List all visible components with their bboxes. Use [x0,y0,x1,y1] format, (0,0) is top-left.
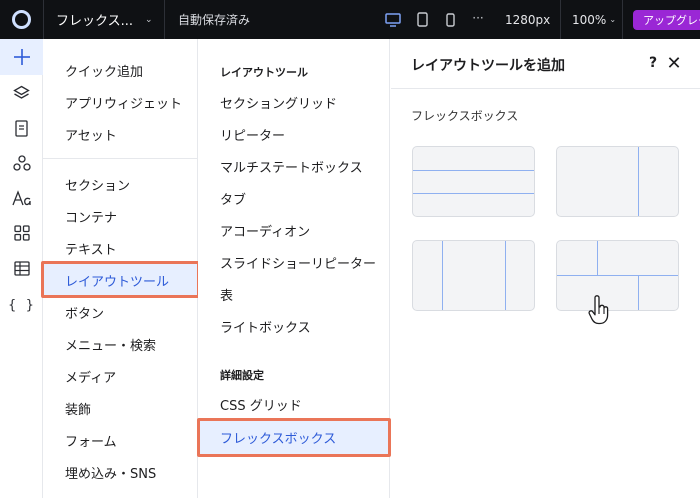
logo[interactable] [0,0,43,39]
category-item[interactable]: 埋め込み・SNS [43,457,198,487]
autosave-status: 自動保存済み [178,13,251,27]
plus-icon [13,49,30,65]
divider-line [638,147,639,216]
upgrade-button[interactable]: アップグレー [633,10,700,30]
subcategory-item[interactable]: アコーディオン [198,215,390,245]
divider-line [638,275,639,310]
typography-icon [11,190,31,206]
subcategory-item[interactable]: タブ [198,183,390,213]
typography-button[interactable] [0,181,43,215]
subcategory-item[interactable]: マルチステートボックス [198,151,390,181]
subcategory-item-flexbox[interactable]: フレックスボックス [198,420,390,455]
panel-header: レイアウトツールを追加 ? ✕ [391,39,700,89]
divider-line [413,170,534,171]
apps-icon [12,154,31,171]
category-item[interactable]: メディア [43,361,198,391]
category-item[interactable]: アセット [43,119,198,149]
page-icon [15,119,28,137]
top-bar: フレックス... ⌄ 自動保存済み ··· 1280px 100% ⌄ アップグ… [0,0,700,39]
category-item[interactable]: アプリウィジェット [43,87,198,117]
zoom-menu[interactable]: 100% ⌄ [572,0,616,39]
table-icon [13,260,30,276]
category-item-layout-tools[interactable]: レイアウトツール [43,263,198,297]
tablet-icon[interactable] [416,11,428,28]
subcategory-item[interactable]: 表 [198,279,390,309]
mobile-icon[interactable] [445,11,455,28]
flexbox-preset-mixed[interactable] [556,240,679,311]
category-item[interactable]: セクション [43,169,198,199]
site-name: フレックス... [56,14,134,29]
subcategory-item[interactable]: CSS グリッド [198,389,390,419]
subcategory-menu: レイアウトツール セクショングリッド リピーター マルチステートボックス タブ … [198,39,390,498]
apps-button[interactable] [0,146,43,180]
subcategory-item[interactable]: セクショングリッド [198,87,390,117]
canvas-width[interactable]: 1280px [505,0,550,39]
layers-button[interactable] [0,76,43,110]
grid-icon [13,225,30,241]
divider-line [557,275,678,276]
desktop-icon[interactable] [384,11,402,28]
section-heading: 詳細設定 [220,369,264,382]
section-label: フレックスボックス [411,109,519,123]
chevron-down-icon: ⌄ [609,15,617,24]
table-button[interactable] [0,251,43,285]
zoom-value: 100% [572,12,607,27]
help-icon[interactable]: ? [645,53,661,73]
add-elements-button[interactable] [0,39,43,75]
grid-button[interactable] [0,216,43,250]
divider-line [597,241,598,275]
category-item[interactable]: ボタン [43,297,198,327]
pages-button[interactable] [0,111,43,145]
category-item[interactable]: メニュー・検索 [43,329,198,359]
divider-line [442,241,443,310]
layers-icon [13,85,30,99]
divider-line [413,193,534,194]
subcategory-item[interactable]: ライトボックス [198,311,390,341]
code-braces-icon[interactable]: { } [0,288,43,322]
subcategory-item[interactable]: スライドショーリピーター [198,247,390,277]
category-menu: クイック追加 アプリウィジェット アセット セクション コンテナ テキスト レイ… [43,39,198,498]
category-item[interactable]: 装飾 [43,393,198,423]
divider [43,158,198,159]
flexbox-preset-rows[interactable] [412,146,535,217]
divider [164,0,165,39]
category-item[interactable]: フォーム [43,425,198,455]
category-item[interactable]: テキスト [43,233,198,263]
divider-line [505,241,506,310]
close-icon[interactable]: ✕ [665,52,683,74]
add-layout-tools-panel: レイアウトツールを追加 ? ✕ フレックスボックス [391,39,700,498]
logo-icon [12,10,31,29]
category-item[interactable]: コンテナ [43,201,198,231]
site-menu[interactable]: フレックス... ⌄ [44,0,164,39]
flexbox-preset-two-columns[interactable] [556,146,679,217]
flexbox-preset-three-columns[interactable] [412,240,535,311]
category-item[interactable]: クイック追加 [43,55,198,85]
subcategory-item[interactable]: リピーター [198,119,390,149]
ellipsis-icon[interactable]: ··· [471,9,485,26]
divider [622,0,623,39]
divider [560,0,561,39]
panel-title: レイアウトツールを追加 [411,58,565,74]
section-heading: レイアウトツール [220,66,308,79]
chevron-down-icon: ⌄ [145,14,153,25]
left-rail: { } [0,39,43,498]
hand-cursor-icon [588,295,610,329]
